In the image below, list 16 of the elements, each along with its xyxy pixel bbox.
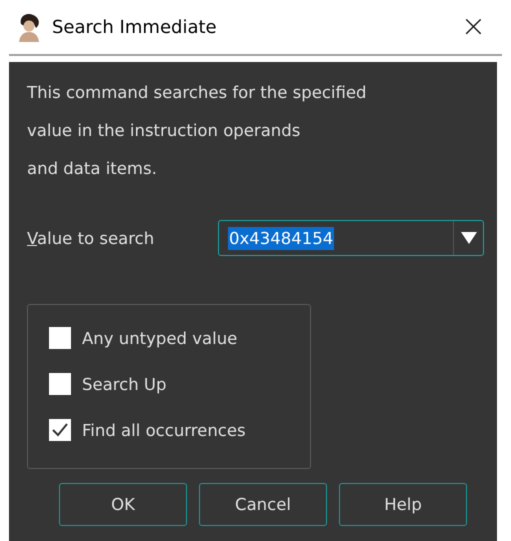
description-text: This command searches for the specified value in the instruction operands and data items.: [27, 82, 368, 180]
dialog-button[interactable]: Help: [339, 483, 467, 526]
checkbox[interactable]: [49, 373, 71, 395]
value-combobox[interactable]: 0x43484154: [218, 220, 484, 256]
checkbox-label: Search Up: [82, 374, 166, 394]
caret-icon: [460, 232, 476, 244]
checkbox[interactable]: [49, 419, 71, 441]
checkbox-label: Any untyped value: [82, 328, 238, 348]
dialog-button[interactable]: Cancel: [199, 483, 327, 526]
window-title: Search Immediate: [52, 16, 218, 38]
avatar-icon: [16, 12, 42, 42]
value-label: Value to search: [27, 228, 156, 248]
checkbox[interactable]: [49, 327, 71, 349]
dialog-button[interactable]: OK: [59, 483, 187, 526]
checkbox-label: Find all occurrences: [82, 420, 246, 440]
close-button[interactable]: ×: [458, 12, 488, 42]
